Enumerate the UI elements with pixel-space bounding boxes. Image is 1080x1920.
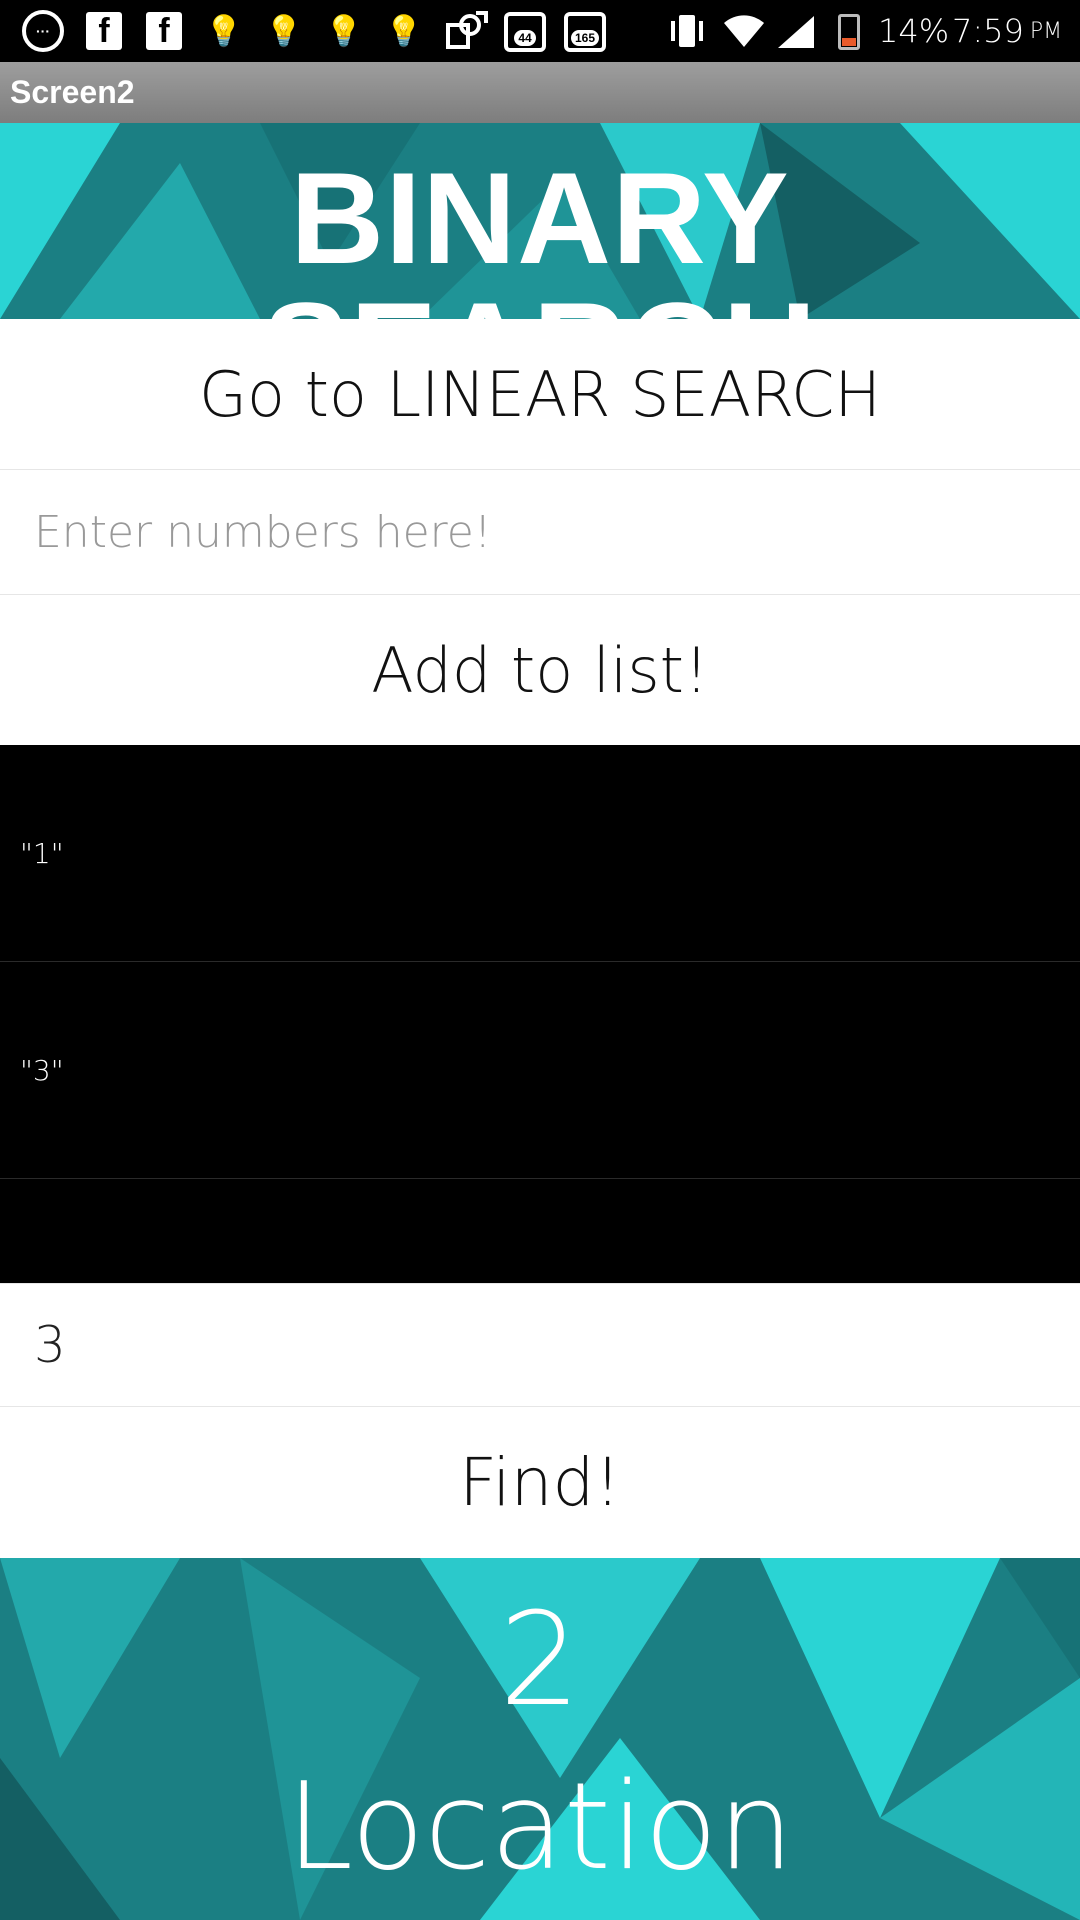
list-item[interactable]: "1" xyxy=(0,745,1080,962)
action-bar: Screen2 xyxy=(0,62,1080,123)
wifi-icon xyxy=(722,10,766,52)
result-panel: 2 Location xyxy=(0,1558,1080,1920)
clock: 7:59 PM xyxy=(952,12,1063,50)
screenshot-icon xyxy=(444,10,488,52)
screen-title: Screen2 xyxy=(10,74,135,110)
numbers-input[interactable] xyxy=(34,470,1034,594)
cat-mail-icon: 44 xyxy=(504,12,546,52)
lightbulb-icon: 💡 xyxy=(205,14,243,48)
result-location-label: Location xyxy=(286,1758,794,1897)
vibrate-icon xyxy=(666,10,708,52)
app-circle-icon: ··· xyxy=(22,10,64,52)
result-location-value: 2 xyxy=(499,1586,581,1735)
page-title: BINARY SEARCH xyxy=(263,145,817,319)
number-list[interactable]: "1" "3" xyxy=(0,745,1080,1283)
battery-percent: 14% xyxy=(878,12,950,50)
search-input-container xyxy=(0,1283,1080,1407)
status-bar: ··· f f 💡 💡 💡 💡 44 165 14% 7:59 PM xyxy=(0,0,1080,62)
list-item-label: "1" xyxy=(20,837,64,870)
signal-icon xyxy=(776,14,816,50)
cat-mail-icon: 165 xyxy=(564,12,606,52)
find-button[interactable]: Find! xyxy=(0,1407,1080,1558)
lightbulb-icon: 💡 xyxy=(385,14,423,48)
list-item[interactable]: "3" xyxy=(0,962,1080,1179)
numbers-input-container xyxy=(0,469,1080,595)
lightbulb-icon: 💡 xyxy=(325,14,363,48)
add-to-list-button[interactable]: Add to list! xyxy=(0,595,1080,745)
list-item-label: "3" xyxy=(20,1054,64,1087)
lightbulb-icon: 💡 xyxy=(265,14,303,48)
facebook-icon: f xyxy=(146,12,182,50)
go-to-linear-search-button[interactable]: Go to LINEAR SEARCH xyxy=(0,319,1080,469)
battery-icon xyxy=(838,14,860,50)
facebook-icon: f xyxy=(86,12,122,50)
search-input[interactable] xyxy=(34,1284,1034,1406)
header-banner: BINARY SEARCH xyxy=(0,123,1080,319)
